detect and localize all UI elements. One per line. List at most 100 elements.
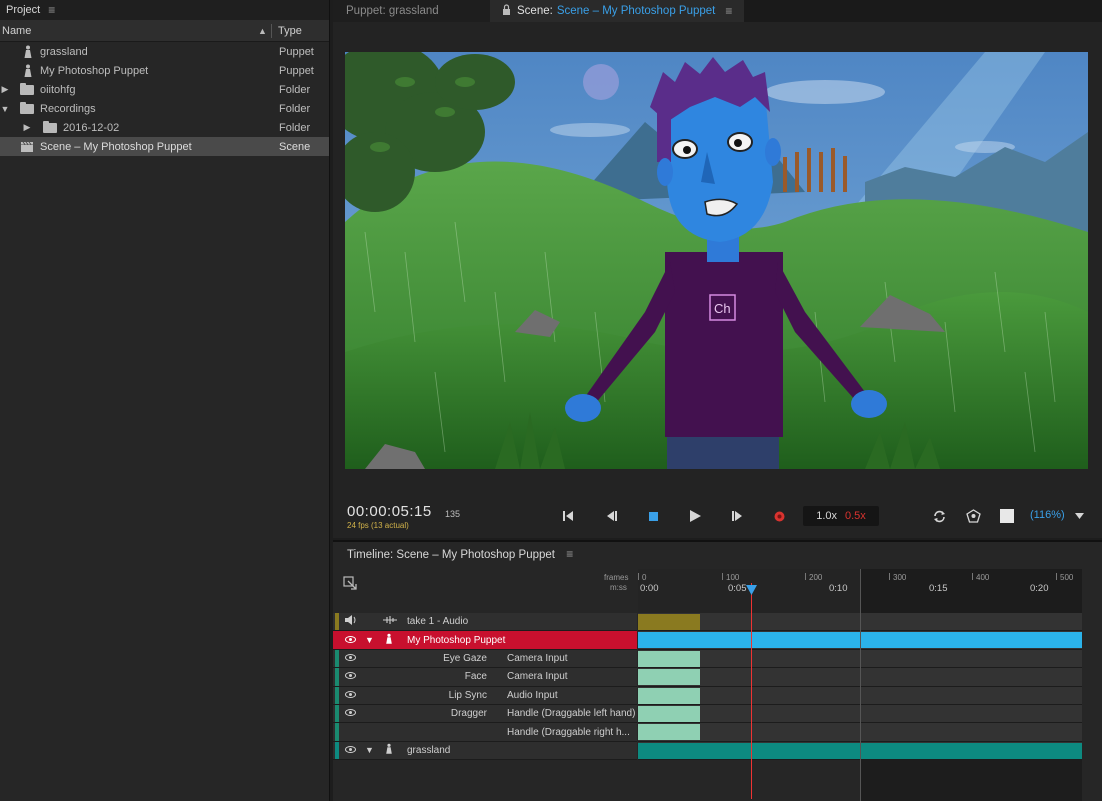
ruler-tick (972, 573, 973, 580)
item-name: oiitohfg (40, 83, 76, 96)
project-tab-label: Project (6, 4, 41, 16)
audio-waveform-icon (383, 616, 397, 627)
tab-scene-value: Scene – My Photoshop Puppet (556, 5, 716, 17)
behavior-row[interactable]: Handle (Draggable right h... (333, 723, 637, 742)
zoom-level[interactable]: (116%) (1030, 509, 1065, 521)
project-item[interactable]: ▶ 2016-12-02 Folder (0, 118, 329, 137)
behavior-take-clip[interactable] (638, 687, 700, 704)
frame-tick: 0 (642, 573, 647, 582)
tab-scene[interactable]: Scene: Scene – My Photoshop Puppet ≡ (490, 0, 744, 22)
step-backward-icon[interactable] (603, 508, 619, 524)
current-timecode[interactable]: 00:00:05:15 (347, 503, 432, 520)
project-tab[interactable]: Project ≡ (0, 0, 329, 20)
item-name: 2016-12-02 (63, 121, 120, 134)
disclosure-right-icon[interactable]: ▶ (22, 122, 32, 133)
record-icon[interactable] (771, 508, 787, 524)
scene-end-marker[interactable] (860, 569, 861, 801)
scene-artwork: Ch (345, 52, 1088, 469)
play-icon[interactable] (687, 508, 703, 524)
visibility-eye-icon[interactable] (345, 635, 356, 646)
frame-tick: 300 (893, 573, 907, 582)
puppet-handle-icon[interactable] (965, 508, 981, 524)
track-color-stripe (335, 704, 339, 723)
behavior-take-clip[interactable] (638, 724, 700, 741)
disclosure-down-icon[interactable]: ▼ (0, 104, 10, 114)
track-color-stripe (335, 741, 339, 760)
lock-icon[interactable] (502, 4, 511, 18)
frame-tick: 400 (976, 573, 990, 582)
behavior-source: Camera Input (507, 671, 568, 683)
visibility-eye-icon[interactable] (345, 745, 356, 756)
scene-clapper-icon (20, 140, 34, 154)
item-type: Puppet (279, 45, 314, 58)
speaker-icon[interactable] (345, 615, 357, 628)
item-type: Scene (279, 140, 311, 153)
panel-menu-icon[interactable]: ≡ (48, 3, 55, 17)
project-item[interactable]: My Photoshop Puppet Puppet (0, 61, 329, 80)
track-label: grassland (407, 744, 451, 756)
tab-puppet[interactable]: Puppet: grassland (333, 0, 490, 22)
timeline-title[interactable]: Timeline: Scene – My Photoshop Puppet ≡ (347, 547, 573, 561)
behavior-row[interactable]: Dragger Handle (Draggable left hand) (333, 704, 637, 724)
timeline-tracks-area[interactable]: frames m:ss 0 100 200 300 400 500 0:00 0… (604, 569, 1102, 801)
timeline-panel: Timeline: Scene – My Photoshop Puppet ≡ … (333, 540, 1102, 801)
project-column-header: Name ▲ Type (0, 20, 329, 42)
stop-icon[interactable] (645, 508, 661, 524)
frame-tick: 100 (726, 573, 740, 582)
panel-menu-icon[interactable]: ≡ (566, 547, 573, 561)
disclosure-right-icon[interactable]: ▶ (0, 84, 10, 95)
fps-readout: 24 fps (13 actual) (347, 521, 409, 530)
column-type[interactable]: Type (278, 25, 302, 37)
visibility-eye-icon[interactable] (345, 671, 356, 682)
behavior-take-clip[interactable] (638, 650, 700, 667)
go-to-start-icon[interactable] (560, 508, 576, 524)
background-color-swatch[interactable] (999, 508, 1015, 524)
project-list: grassland Puppet My Photoshop Puppet Pup… (0, 42, 329, 156)
track-audio[interactable]: take 1 - Audio (333, 613, 637, 632)
rate-value: 1.0x (816, 510, 837, 522)
visibility-eye-icon[interactable] (345, 690, 356, 701)
visibility-eye-icon[interactable] (345, 708, 356, 719)
visibility-eye-icon[interactable] (345, 653, 356, 664)
column-name[interactable]: Name (2, 25, 31, 37)
playback-rate[interactable]: 1.0x 0.5x (803, 506, 879, 526)
time-tick: 0:15 (929, 583, 948, 594)
loop-icon[interactable] (931, 508, 947, 524)
disclosure-down-icon[interactable]: ▼ (365, 635, 374, 645)
frame-tick: 500 (1060, 573, 1074, 582)
behavior-row[interactable]: Eye Gaze Camera Input (333, 649, 637, 669)
disclosure-down-icon[interactable]: ▼ (365, 745, 374, 755)
tab-scene-label: Scene: (517, 5, 553, 17)
behavior-source: Handle (Draggable left hand) (507, 708, 636, 720)
behavior-row[interactable]: Face Camera Input (333, 668, 637, 687)
behavior-take-clip[interactable] (638, 669, 700, 686)
track-label: My Photoshop Puppet (407, 634, 506, 646)
puppet-icon (21, 45, 35, 59)
ruler-frames-label: frames (604, 573, 629, 582)
project-item[interactable]: ▼ Recordings Folder (0, 99, 329, 118)
panel-menu-icon[interactable]: ≡ (725, 4, 732, 18)
current-frame: 135 (445, 509, 461, 519)
project-item[interactable]: grassland Puppet (0, 42, 329, 61)
track-grassland[interactable]: ▼ grassland (333, 741, 637, 761)
behavior-source: Camera Input (507, 652, 568, 664)
track-puppet[interactable]: ▼ My Photoshop Puppet (333, 631, 637, 650)
behavior-take-clip[interactable] (638, 705, 700, 722)
project-item-selected[interactable]: Scene – My Photoshop Puppet Scene (0, 137, 329, 156)
column-divider[interactable] (271, 24, 272, 38)
timeline-options-icon[interactable] (343, 576, 358, 593)
time-tick: 0:20 (1030, 583, 1049, 594)
project-item[interactable]: ▶ oiitohfg Folder (0, 80, 329, 99)
behavior-source: Handle (Draggable right h... (507, 726, 630, 738)
sort-ascending-icon[interactable]: ▲ (258, 26, 267, 36)
playhead[interactable] (751, 583, 752, 799)
item-name: Recordings (40, 102, 96, 115)
behavior-row[interactable]: Lip Sync Audio Input (333, 686, 637, 705)
audio-clip[interactable] (638, 614, 700, 630)
behavior-name: Eye Gaze (443, 652, 487, 664)
step-forward-icon[interactable] (729, 508, 745, 524)
zoom-dropdown-icon[interactable] (1071, 508, 1087, 524)
track-label: take 1 - Audio (407, 616, 469, 628)
scene-stage[interactable]: Ch (345, 52, 1088, 469)
track-color-stripe (335, 723, 339, 741)
